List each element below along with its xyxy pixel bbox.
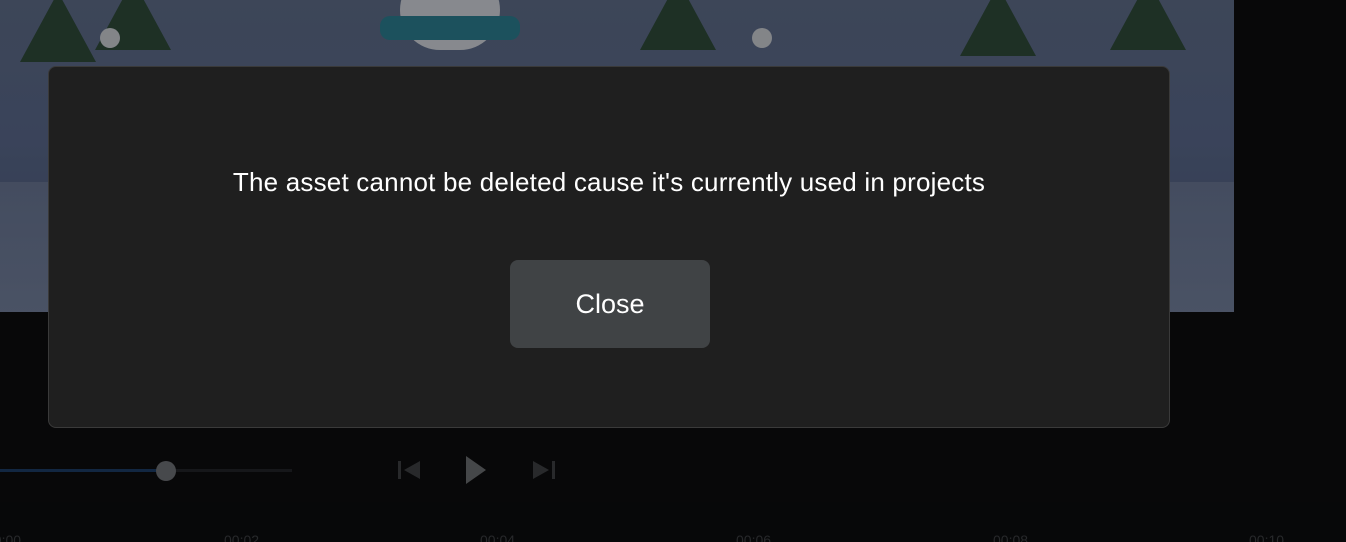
video-editor: 00:00 00:02 00:04 00:06 00:08 00:10 The … — [0, 0, 1346, 542]
delete-error-dialog: The asset cannot be deleted cause it's c… — [48, 66, 1170, 428]
dialog-message: The asset cannot be deleted cause it's c… — [232, 167, 986, 197]
close-button[interactable]: Close — [510, 260, 710, 348]
